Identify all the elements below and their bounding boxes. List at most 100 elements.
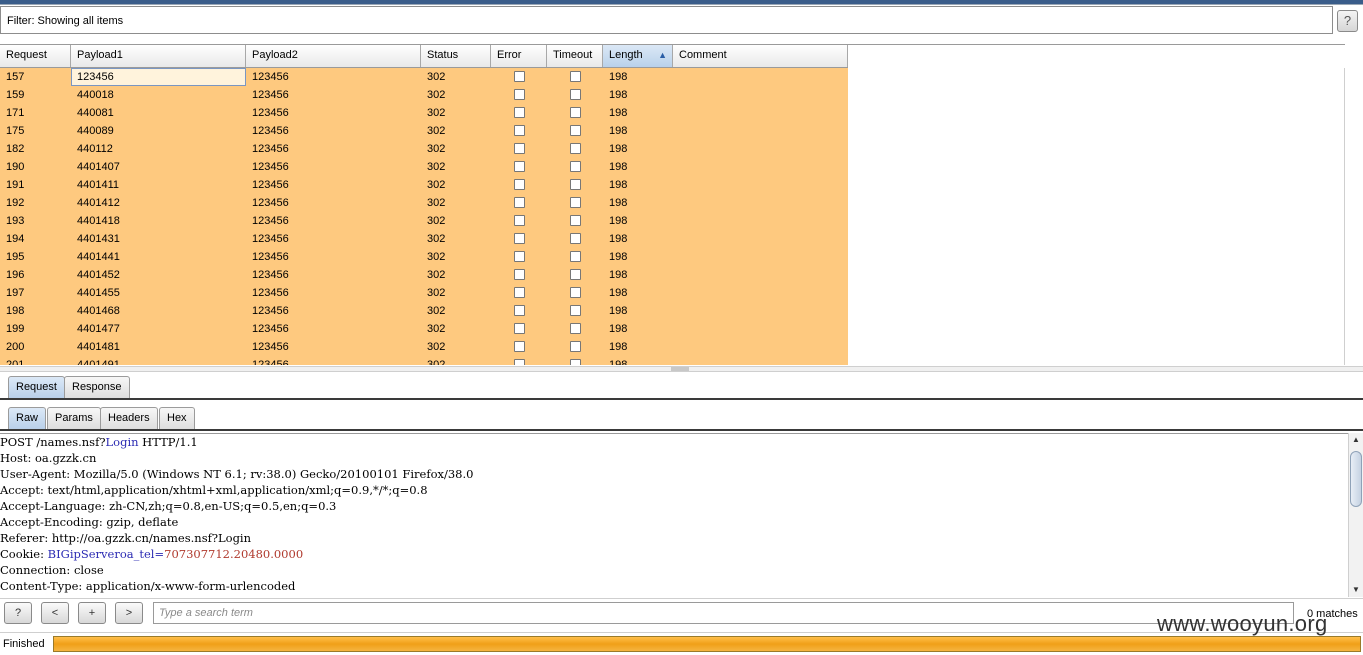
raw-scroll-down-arrow-icon[interactable]: ▼ [1349, 583, 1363, 597]
checkbox[interactable] [569, 125, 581, 136]
checkbox[interactable] [569, 341, 581, 352]
table-row[interactable]: 159 440018 123456 302 198 [0, 86, 848, 104]
checkbox[interactable] [513, 89, 525, 100]
search-options-button[interactable]: + [78, 602, 106, 624]
checkbox[interactable] [569, 269, 581, 280]
cell-comment [673, 320, 848, 338]
table-row[interactable]: 196 4401452 123456 302 198 [0, 266, 848, 284]
tab-response[interactable]: Response [64, 376, 130, 398]
table-row[interactable]: 182 440112 123456 302 198 [0, 140, 848, 158]
column-header-length[interactable]: Length ▲ [603, 45, 673, 67]
column-header-label: Error [497, 49, 522, 61]
raw-vertical-scrollbar[interactable]: ▲ ▼ [1348, 433, 1363, 597]
cell-comment [673, 104, 848, 122]
table-row[interactable]: 194 4401431 123456 302 198 [0, 230, 848, 248]
checkbox[interactable] [513, 179, 525, 190]
cell-comment [673, 248, 848, 266]
raw-request-text[interactable]: POST /names.nsf?Login HTTP/1.1 Host: oa.g… [0, 433, 1348, 598]
checkbox[interactable] [513, 287, 525, 298]
table-body: 157 123456 123456 302 198 159 440018 123456 302 1… [0, 68, 848, 365]
tab-raw[interactable]: Raw [8, 407, 47, 429]
cell-length: 198 [609, 215, 628, 227]
search-input[interactable] [153, 602, 1294, 624]
column-header-timeout[interactable]: Timeout [547, 45, 603, 67]
table-row[interactable]: 197 4401455 123456 302 198 [0, 284, 848, 302]
cell-request: 201 [6, 359, 25, 365]
raw-scroll-thumb[interactable] [1350, 451, 1362, 507]
cell-error [491, 320, 547, 338]
cell-error [491, 86, 547, 104]
tab-hex[interactable]: Hex [159, 407, 195, 429]
cell-error [491, 284, 547, 302]
filter-label: Filter: Showing all items [7, 15, 124, 27]
checkbox[interactable] [513, 359, 525, 365]
table-row[interactable]: 192 4401412 123456 302 198 [0, 194, 848, 212]
table-row[interactable]: 195 4401441 123456 302 198 [0, 248, 848, 266]
checkbox[interactable] [569, 287, 581, 298]
table-row[interactable]: 175 440089 123456 302 198 [0, 122, 848, 140]
checkbox[interactable] [513, 161, 525, 172]
column-header-status[interactable]: Status [421, 45, 491, 67]
help-button[interactable]: ? [1337, 10, 1358, 32]
checkbox[interactable] [513, 107, 525, 118]
raw-line: POST /names.nsf?Login HTTP/1.1 [0, 434, 1348, 450]
search-help-button[interactable]: ? [4, 602, 32, 624]
column-header-payload2[interactable]: Payload2 [246, 45, 421, 67]
checkbox[interactable] [569, 323, 581, 334]
column-header-comment[interactable]: Comment [673, 45, 848, 67]
checkbox[interactable] [513, 197, 525, 208]
column-header-request[interactable]: Request [0, 45, 71, 67]
search-previous-button[interactable]: < [41, 602, 69, 624]
checkbox[interactable] [513, 341, 525, 352]
raw-scroll-up-arrow-icon[interactable]: ▲ [1349, 433, 1363, 447]
table-row[interactable]: 200 4401481 123456 302 198 [0, 338, 848, 356]
table-row[interactable]: 201 4401491 123456 302 198 [0, 356, 848, 365]
cell-error [491, 140, 547, 158]
tab-params[interactable]: Params [47, 407, 101, 429]
column-header-payload1[interactable]: Payload1 [71, 45, 246, 67]
table-row[interactable]: 171 440081 123456 302 198 [0, 104, 848, 122]
cell-comment [673, 158, 848, 176]
table-row[interactable]: 193 4401418 123456 302 198 [0, 212, 848, 230]
filter-bar[interactable]: Filter: Showing all items [0, 6, 1333, 34]
cell-timeout [547, 248, 603, 266]
checkbox[interactable] [513, 269, 525, 280]
cell-payload1: 440018 [77, 89, 114, 101]
checkbox[interactable] [513, 125, 525, 136]
checkbox[interactable] [569, 89, 581, 100]
cell-payload2: 123456 [252, 323, 289, 335]
checkbox[interactable] [569, 107, 581, 118]
checkbox[interactable] [513, 215, 525, 226]
cell-request: 175 [6, 125, 25, 137]
checkbox[interactable] [513, 233, 525, 244]
checkbox[interactable] [569, 251, 581, 262]
raw-line: Accept-Language: zh-CN,zh;q=0.8,en-US;q=… [0, 498, 1348, 514]
table-vertical-scrollbar[interactable]: ▲ ▼ [1344, 68, 1345, 365]
checkbox[interactable] [513, 323, 525, 334]
table-row[interactable]: 190 4401407 123456 302 198 [0, 158, 848, 176]
table-row[interactable]: 191 4401411 123456 302 198 [0, 176, 848, 194]
checkbox[interactable] [513, 71, 525, 82]
cell-request: 182 [6, 143, 25, 155]
tab-request[interactable]: Request [8, 376, 65, 398]
cell-timeout [547, 176, 603, 194]
checkbox[interactable] [513, 251, 525, 262]
column-header-error[interactable]: Error [491, 45, 547, 67]
checkbox[interactable] [569, 143, 581, 154]
table-row[interactable]: 157 123456 123456 302 198 [0, 68, 848, 86]
checkbox[interactable] [569, 161, 581, 172]
checkbox[interactable] [569, 179, 581, 190]
checkbox[interactable] [569, 215, 581, 226]
table-row[interactable]: 199 4401477 123456 302 198 [0, 320, 848, 338]
checkbox[interactable] [569, 71, 581, 82]
tab-headers[interactable]: Headers [100, 407, 158, 429]
search-next-button[interactable]: > [115, 602, 143, 624]
table-row[interactable]: 198 4401468 123456 302 198 [0, 302, 848, 320]
checkbox[interactable] [513, 143, 525, 154]
checkbox[interactable] [513, 305, 525, 316]
divider-grip-icon[interactable] [671, 367, 689, 371]
checkbox[interactable] [569, 233, 581, 244]
checkbox[interactable] [569, 359, 581, 365]
checkbox[interactable] [569, 197, 581, 208]
checkbox[interactable] [569, 305, 581, 316]
